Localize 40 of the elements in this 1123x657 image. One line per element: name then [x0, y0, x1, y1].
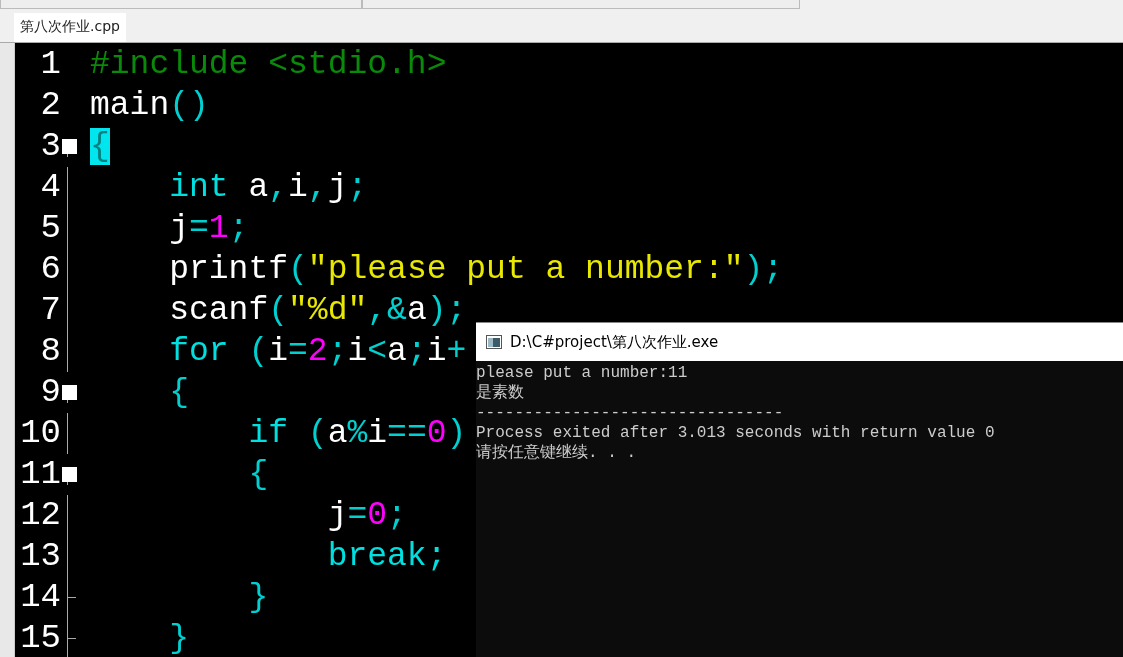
code-line: if (a%i==0): [247, 414, 467, 454]
line-number: 1: [39, 44, 61, 85]
line-number: 3: [39, 126, 61, 167]
line-number: 6: [39, 249, 61, 290]
fold-marker-icon[interactable]: [62, 139, 77, 154]
console-output-line: Process exited after 3.013 seconds with return value 0: [476, 423, 996, 443]
line-number: 11: [19, 454, 61, 495]
code-line: printf("please put a number:");: [168, 250, 784, 290]
line-number: 14: [19, 577, 61, 618]
file-tab[interactable]: 第八次作业.cpp: [14, 13, 126, 42]
code-line: }: [168, 619, 190, 657]
code-line: #include <stdio.h>: [90, 45, 447, 85]
line-number: 13: [19, 536, 61, 577]
line-number: 2: [39, 85, 61, 126]
line-number: 8: [39, 331, 61, 372]
line-number: 5: [39, 208, 61, 249]
code-line: main(): [90, 86, 209, 126]
code-line: j=1;: [168, 209, 249, 249]
code-line: break;: [326, 537, 447, 577]
code-line: {: [168, 373, 190, 413]
code-line: }: [247, 578, 269, 618]
code-line: int a,i,j;: [168, 168, 368, 208]
fold-marker-icon[interactable]: [62, 385, 77, 400]
code-line: for (i=2;i<a;i+: [168, 332, 467, 372]
line-number: 7: [39, 290, 61, 331]
code-line: {: [247, 455, 269, 495]
code-line: j=0;: [326, 496, 407, 536]
console-output-line: 是素数: [476, 383, 525, 403]
console-app-icon: [486, 335, 502, 349]
code-line: scanf("%d",&a);: [168, 291, 467, 331]
fold-marker-icon[interactable]: [62, 467, 77, 482]
console-output-line: --------------------------------: [476, 403, 785, 423]
console-output-line: 请按任意键继续. . .: [476, 443, 637, 463]
line-number: 12: [19, 495, 61, 536]
line-number: 4: [39, 167, 61, 208]
window-title: D:\C#project\第八次作业.exe: [510, 332, 719, 352]
line-number: 9: [39, 372, 61, 413]
console-output-line: please put a number:11: [476, 363, 689, 383]
line-number: 15: [19, 618, 61, 657]
line-number: 10: [19, 413, 61, 454]
